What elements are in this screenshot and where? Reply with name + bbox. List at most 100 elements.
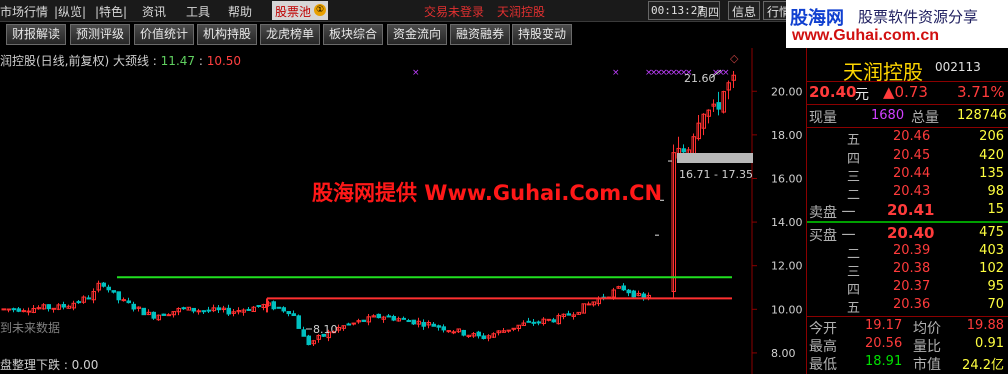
toolbar-value-stats[interactable]: 价值统计	[134, 24, 194, 45]
info-button[interactable]: 信息	[728, 1, 761, 20]
current-volume: 1680	[871, 108, 905, 123]
buy3-price: 20.38	[893, 261, 931, 276]
candle-up	[6, 308, 11, 311]
candle-down	[461, 329, 466, 336]
market-cap-label: 市值	[913, 357, 941, 373]
candle-up	[26, 310, 31, 313]
sell3-price: 20.44	[893, 166, 931, 181]
candle-down	[11, 308, 16, 311]
buy2-label: 二	[847, 247, 861, 262]
weekday: 周四	[697, 6, 719, 19]
candle-up	[546, 318, 551, 321]
candle-down	[276, 306, 281, 309]
sell2-volume: 98	[987, 184, 1004, 199]
toolbar-institution-holdings[interactable]: 机构持股	[197, 24, 257, 45]
candle-up	[121, 299, 126, 302]
candle-down	[191, 307, 196, 312]
candle-down	[361, 319, 366, 322]
toolbar-margin[interactable]: 融资融券	[450, 24, 510, 45]
candle-down	[536, 321, 541, 324]
toolbar-fund-flow[interactable]: 资金流向	[387, 24, 447, 45]
toolbar-financial-report[interactable]: 财报解读	[6, 24, 66, 45]
toolbar-forecast-rating[interactable]: 预测评级	[70, 24, 130, 45]
buy2-volume: 403	[979, 243, 1004, 258]
current-volume-label: 现量	[809, 110, 837, 126]
second-value: 10.50	[206, 54, 242, 68]
buy5-label: 五	[847, 301, 861, 316]
toolbar-dragon-tiger[interactable]: 龙虎榜单	[260, 24, 320, 45]
low-annotation: 8.10	[313, 323, 338, 336]
sell1-label: 卖盘 一	[809, 205, 856, 221]
buy5-price: 20.36	[893, 297, 931, 312]
toolbar-sector[interactable]: 板块综合	[323, 24, 383, 45]
y-tick-label: 16.00	[771, 172, 803, 185]
ratio-label: 量比	[913, 339, 941, 355]
candle-up	[196, 310, 201, 313]
y-tick-label: 10.00	[771, 303, 803, 316]
quote-stock-code: 002113	[935, 60, 981, 74]
chart-title: 润控股(日线,前复权) 大颈线 : 11.47 : 10.50	[0, 52, 241, 69]
candle-down	[101, 282, 106, 287]
candle-up	[51, 307, 56, 310]
ratio-value: 0.91	[975, 336, 1004, 351]
candle-down	[566, 313, 571, 316]
candle-down	[16, 308, 21, 312]
candle-down	[681, 148, 686, 153]
y-tick-label: 12.00	[771, 260, 803, 273]
signal-marker: ×	[412, 68, 420, 78]
logo-sub-text: 股票软件资源分享	[858, 8, 979, 26]
sell2-price: 20.43	[893, 184, 931, 199]
sell5-label: 五	[847, 133, 861, 148]
quote-change: ▲0.73	[883, 83, 928, 101]
menu-news[interactable]: 资讯	[142, 3, 166, 20]
candle-down	[161, 313, 166, 316]
candle-down	[61, 304, 66, 308]
candle-down	[306, 335, 311, 346]
toolbar-holding-change[interactable]: 持股变动	[512, 24, 572, 45]
candle-down	[481, 335, 486, 340]
buy3-volume: 102	[979, 261, 1004, 276]
kline-chart[interactable]: 20.0018.0016.0014.0012.0010.008.00 × × ×××…	[0, 48, 806, 374]
login-status[interactable]: 交易未登录	[424, 3, 484, 20]
candle-up	[166, 314, 171, 317]
open-value: 19.17	[865, 318, 903, 333]
sell3-volume: 135	[979, 166, 1004, 181]
signal-marker: ×	[612, 68, 620, 78]
candle-down	[406, 320, 411, 323]
candles-layer	[1, 71, 736, 346]
y-axis-ticks: 20.00 18.00 16.00 14.00 12.00 10.00 8.00	[752, 85, 803, 360]
candle-up	[1, 308, 6, 311]
candle-down	[281, 307, 286, 312]
diamond-marker: ◇	[730, 52, 739, 65]
future-data-label[interactable]: 到未来数据	[0, 319, 60, 336]
market-cap-value: 24.2亿	[962, 358, 1004, 373]
candle-down	[286, 311, 291, 315]
quote-price: 20.40	[809, 83, 857, 101]
total-volume: 128746	[957, 108, 1007, 123]
buy2-price: 20.39	[893, 243, 931, 258]
chart-title-prefix: 润控股(日线,前复权) 大颈线 :	[0, 54, 161, 68]
y-tick-label: 14.00	[771, 216, 803, 229]
neckline-value: 11.47	[160, 54, 196, 68]
y-tick-label: 20.00	[771, 85, 803, 98]
stock-pool-tab[interactable]: 股票池 ①	[272, 1, 328, 20]
menu-market[interactable]: 市场行情	[0, 3, 48, 20]
candle-down	[151, 311, 156, 319]
logo-url-text: www.Guhai.com.cn	[792, 27, 939, 44]
candle-down	[441, 326, 446, 331]
total-volume-label: 总量	[911, 110, 939, 126]
range-annotation: 16.71 - 17.35	[679, 168, 753, 181]
menu-help[interactable]: 帮助	[228, 3, 252, 20]
candle-down	[141, 307, 146, 316]
candle-down	[716, 102, 721, 110]
menu-overview[interactable]: |纵览|	[54, 3, 86, 20]
menu-features[interactable]: |特色|	[95, 3, 127, 20]
candle-down	[391, 316, 396, 321]
low-value: 18.91	[865, 354, 903, 369]
buy5-volume: 70	[987, 297, 1004, 312]
candle-down	[131, 303, 136, 310]
stock-pool-label: 股票池	[275, 5, 312, 19]
menu-tools[interactable]: 工具	[186, 3, 210, 20]
buy1-volume: 475	[979, 225, 1004, 240]
low-label: 最低	[809, 357, 837, 373]
